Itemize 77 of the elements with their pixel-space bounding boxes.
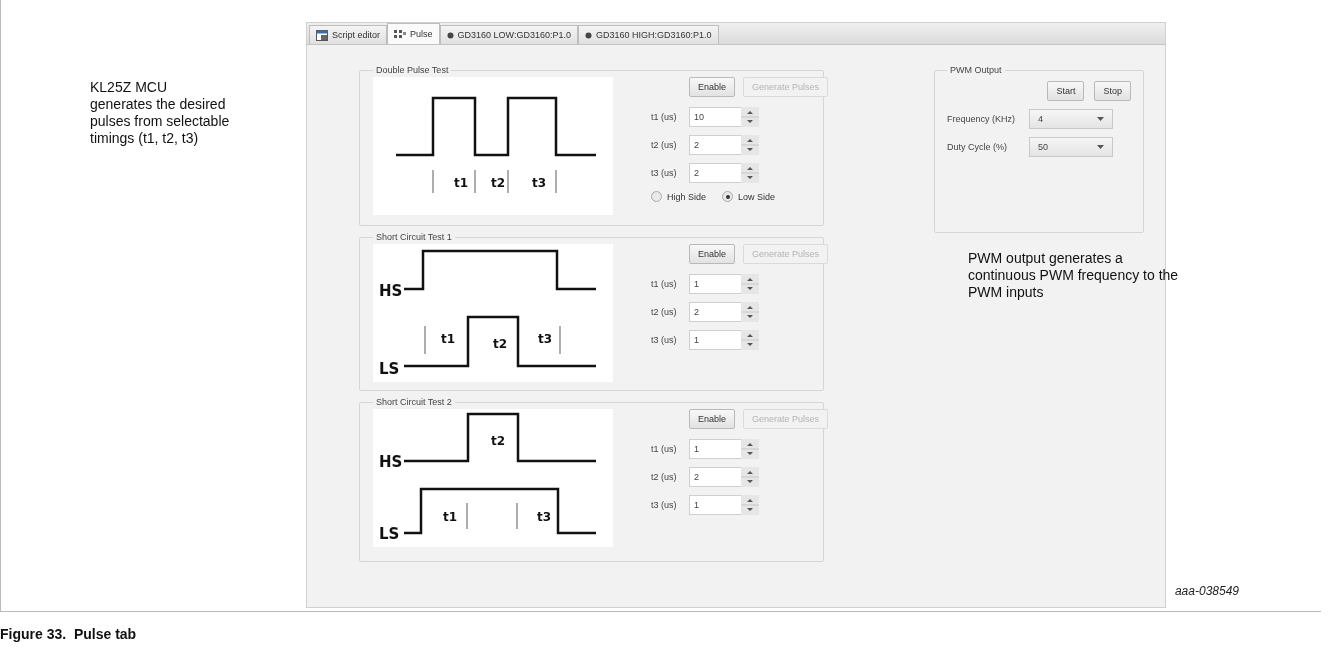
marker-line bbox=[474, 169, 476, 194]
marker-line bbox=[555, 169, 557, 194]
number-input[interactable]: 2 bbox=[689, 302, 741, 322]
field-label: t3 (us) bbox=[651, 500, 678, 510]
radio-option[interactable]: Low Side bbox=[722, 191, 776, 202]
group-title: Double Pulse Test bbox=[375, 65, 450, 75]
diagram-label: t3 bbox=[538, 332, 553, 346]
diagram-label: t3 bbox=[532, 176, 547, 190]
number-input[interactable]: 2 bbox=[689, 163, 741, 183]
number-input[interactable]: 1 bbox=[689, 495, 741, 515]
dropdown[interactable]: 50 bbox=[1029, 137, 1113, 157]
marker-line bbox=[507, 169, 509, 194]
tab[interactable]: Pulse bbox=[387, 23, 440, 44]
dropdown[interactable]: 4 bbox=[1029, 109, 1113, 129]
caret-icon bbox=[1097, 145, 1104, 149]
marker-line bbox=[516, 502, 518, 530]
diagram-label: t1 bbox=[443, 510, 458, 524]
field-label: Duty Cycle (%) bbox=[947, 142, 1008, 152]
start-button[interactable]: Start bbox=[1047, 81, 1085, 101]
number-input[interactable]: 2 bbox=[689, 135, 741, 155]
enable-button[interactable]: Enable bbox=[689, 77, 736, 97]
diagram-label: t1 bbox=[454, 176, 469, 190]
spinner-control[interactable] bbox=[741, 439, 759, 459]
field-label: t1 (us) bbox=[651, 112, 678, 122]
field-label: t3 (us) bbox=[651, 335, 678, 345]
enable-button[interactable]: Enable bbox=[689, 244, 736, 264]
spinner-control[interactable] bbox=[741, 302, 759, 322]
spinner-control[interactable] bbox=[741, 330, 759, 350]
field-label: t1 (us) bbox=[651, 279, 678, 289]
spinner-control[interactable] bbox=[741, 107, 759, 127]
marker-line bbox=[424, 325, 426, 355]
field-label: t2 (us) bbox=[651, 140, 678, 150]
diagram-label: LS bbox=[379, 360, 400, 378]
diagram-label: t1 bbox=[441, 332, 456, 346]
enable-button[interactable]: Enable bbox=[689, 409, 736, 429]
grid-icon bbox=[394, 28, 407, 40]
diagram-label: HS bbox=[379, 282, 403, 300]
diagram-label: t2 bbox=[491, 434, 506, 448]
marker-line bbox=[432, 169, 434, 194]
field-label: t3 (us) bbox=[651, 168, 678, 178]
field-label: t1 (us) bbox=[651, 444, 678, 454]
figure-id: aaa-038549 bbox=[1174, 584, 1239, 598]
annotation-text: KL25Z MCU generates the desired pulses from selectable timings (t1, t2, t3) bbox=[90, 79, 231, 147]
diagram-label: t2 bbox=[491, 176, 506, 190]
annotation-text: PWM output generates a continuous PWM frequency to the PWM inputs bbox=[968, 250, 1179, 301]
field-label: t2 (us) bbox=[651, 472, 678, 482]
number-input[interactable]: 1 bbox=[689, 439, 741, 459]
number-input[interactable]: 2 bbox=[689, 467, 741, 487]
tab[interactable]: Script editor bbox=[309, 25, 388, 44]
group-title: Short Circuit Test 1 bbox=[375, 232, 453, 242]
spinner-control[interactable] bbox=[741, 163, 759, 183]
group-title: Short Circuit Test 2 bbox=[375, 397, 453, 407]
field-label: Frequency (KHz) bbox=[947, 114, 1017, 124]
stop-button[interactable]: Stop bbox=[1094, 81, 1131, 101]
number-input[interactable]: 1 bbox=[689, 330, 741, 350]
group-title: PWM Output bbox=[949, 65, 1003, 75]
marker-line bbox=[466, 502, 468, 530]
dot-icon bbox=[584, 31, 592, 39]
marker-line bbox=[559, 325, 561, 355]
document-icon bbox=[316, 29, 328, 41]
number-input[interactable]: 10 bbox=[689, 107, 741, 127]
field-label: t2 (us) bbox=[651, 307, 678, 317]
radio-option[interactable]: High Side bbox=[651, 191, 707, 202]
spinner-control[interactable] bbox=[741, 495, 759, 515]
diagram-label: t3 bbox=[537, 510, 552, 524]
diagram-label: HS bbox=[379, 453, 403, 471]
spinner-control[interactable] bbox=[741, 135, 759, 155]
dot-icon bbox=[446, 31, 454, 39]
number-input[interactable]: 1 bbox=[689, 274, 741, 294]
spinner-control[interactable] bbox=[741, 467, 759, 487]
figure-caption: Figure 33. Pulse tab bbox=[0, 626, 138, 642]
diagram-label: LS bbox=[379, 525, 400, 543]
caret-icon bbox=[1097, 117, 1104, 121]
spinner-control[interactable] bbox=[741, 274, 759, 294]
tab[interactable]: GD3160 LOW:GD3160:P1.0 bbox=[439, 25, 578, 44]
tab[interactable]: GD3160 HIGH:GD3160:P1.0 bbox=[577, 25, 719, 44]
diagram-label: t2 bbox=[493, 337, 508, 351]
